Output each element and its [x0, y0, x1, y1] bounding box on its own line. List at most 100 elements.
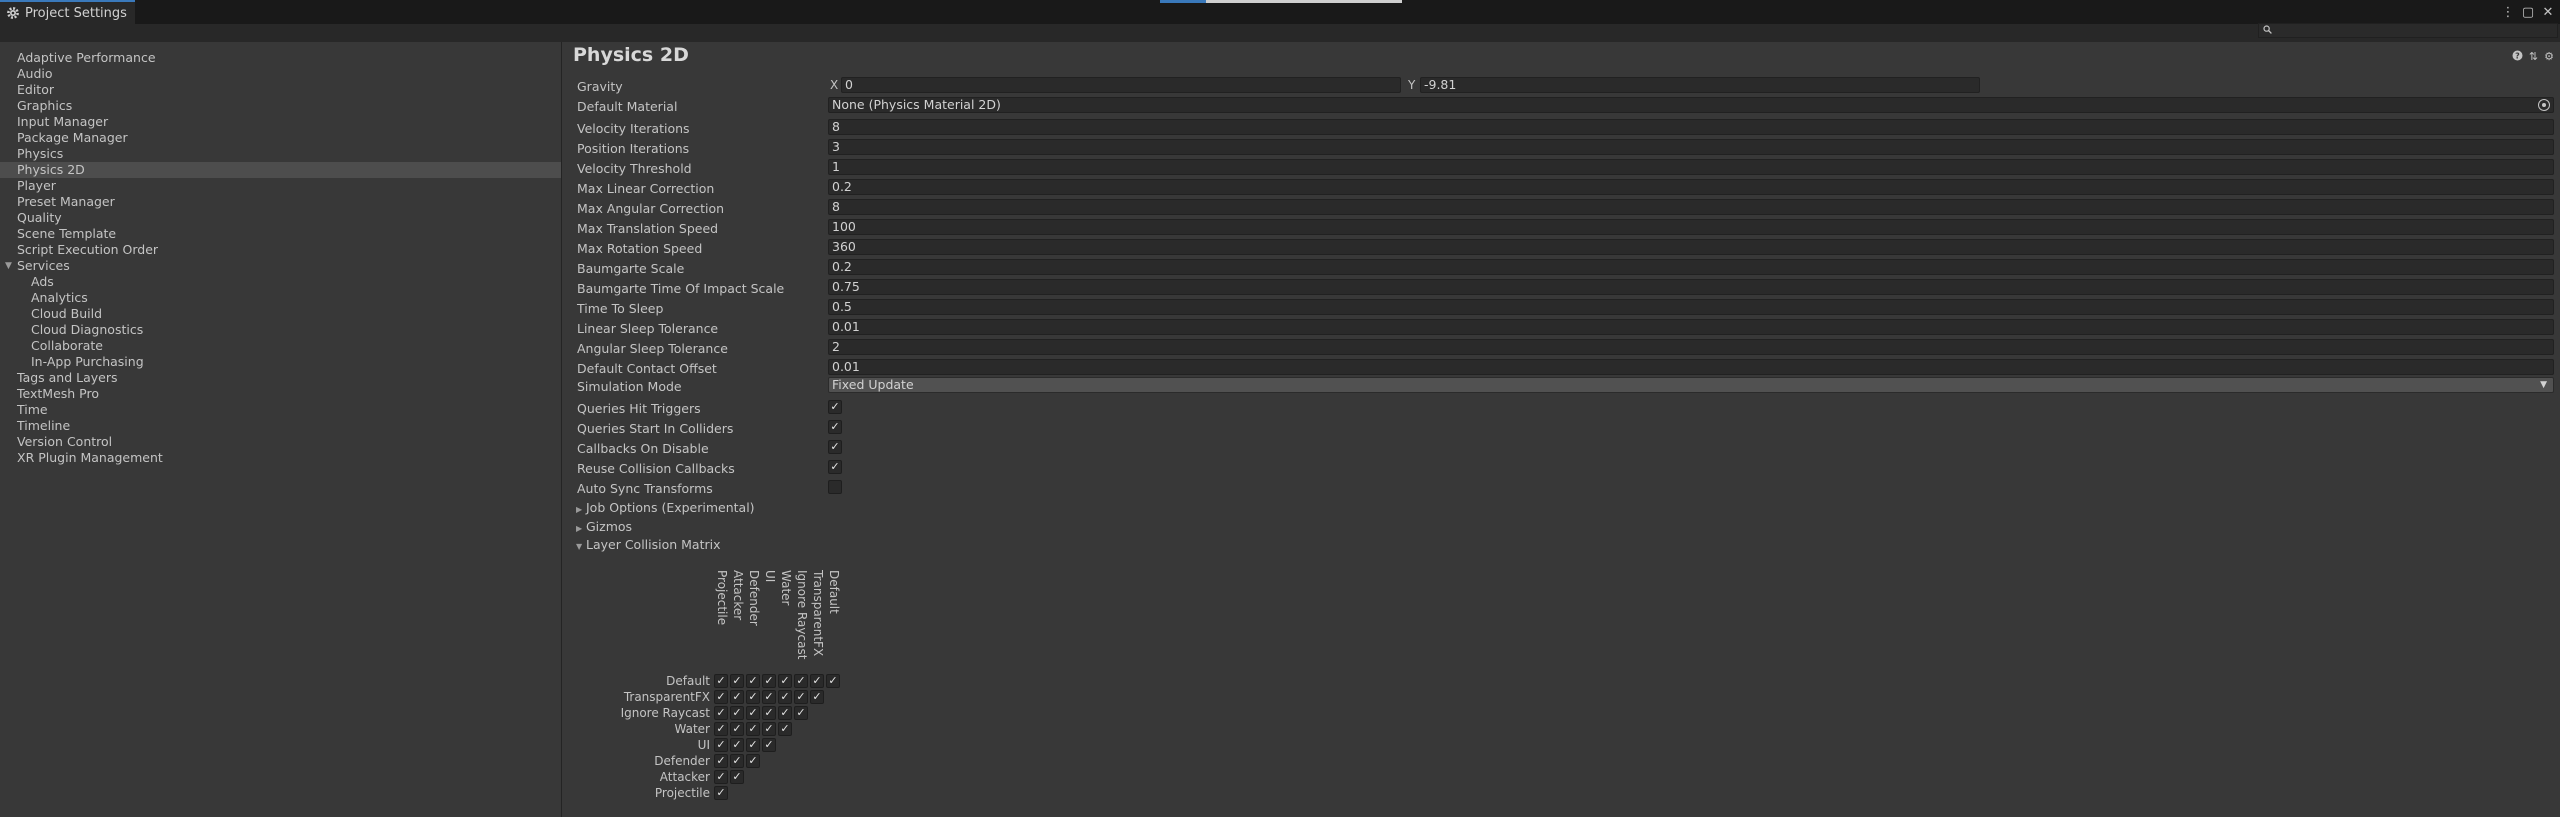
- simulation-mode-dropdown[interactable]: Fixed Update ▼: [828, 377, 2554, 393]
- sidebar-item-tags-and-layers[interactable]: Tags and Layers: [0, 370, 561, 386]
- matrix-checkbox[interactable]: ✓: [714, 786, 728, 800]
- matrix-checkbox[interactable]: ✓: [730, 738, 744, 752]
- gravity-y-field[interactable]: -9.81: [1420, 77, 1980, 93]
- queries-start-in-colliders-checkbox[interactable]: ✓: [828, 420, 842, 434]
- matrix-checkbox[interactable]: ✓: [746, 722, 760, 736]
- sidebar-item-services[interactable]: ▼ Services: [0, 258, 561, 274]
- auto-sync-transforms-checkbox[interactable]: [828, 480, 842, 494]
- matrix-checkbox[interactable]: ✓: [746, 754, 760, 768]
- more-vertical-icon[interactable]: ⋮: [2502, 5, 2515, 20]
- help-icon[interactable]: ?: [2512, 50, 2523, 64]
- sidebar-item-graphics[interactable]: Graphics: [0, 98, 561, 114]
- matrix-checkbox[interactable]: ✓: [730, 706, 744, 720]
- header-icons: ? ⇅ ⚙: [2512, 50, 2554, 64]
- foldout-job-options-experimental-[interactable]: ▶ Job Options (Experimental): [576, 500, 755, 515]
- matrix-checkbox[interactable]: ✓: [778, 674, 792, 688]
- sidebar-item-quality[interactable]: Quality: [0, 210, 561, 226]
- velocity-threshold-field[interactable]: 1: [828, 159, 2554, 175]
- matrix-checkbox[interactable]: ✓: [746, 674, 760, 688]
- max-angular-correction-field[interactable]: 8: [828, 199, 2554, 215]
- matrix-checkbox[interactable]: ✓: [714, 706, 728, 720]
- matrix-checkbox[interactable]: ✓: [762, 674, 776, 688]
- matrix-checkbox[interactable]: ✓: [778, 690, 792, 704]
- tab-title: Project Settings: [25, 5, 127, 21]
- matrix-checkbox[interactable]: ✓: [730, 674, 744, 688]
- sidebar-item-textmesh-pro[interactable]: TextMesh Pro: [0, 386, 561, 402]
- matrix-checkbox[interactable]: ✓: [826, 674, 840, 688]
- matrix-checkbox[interactable]: ✓: [794, 674, 808, 688]
- foldout-layer-collision-matrix[interactable]: ▼ Layer Collision Matrix: [576, 537, 721, 552]
- sidebar-item-script-execution-order[interactable]: Script Execution Order: [0, 242, 561, 258]
- baumgarte-time-of-impact-scale-field[interactable]: 0.75: [828, 279, 2554, 295]
- search-input[interactable]: [2258, 23, 2558, 38]
- sidebar-item-analytics[interactable]: Analytics: [0, 290, 561, 306]
- matrix-checkbox[interactable]: ✓: [762, 690, 776, 704]
- matrix-checkbox[interactable]: ✓: [746, 738, 760, 752]
- tab-project-settings[interactable]: Project Settings: [0, 0, 135, 24]
- max-linear-correction-field[interactable]: 0.2: [828, 179, 2554, 195]
- sidebar-item-package-manager[interactable]: Package Manager: [0, 130, 561, 146]
- matrix-checkbox[interactable]: ✓: [810, 674, 824, 688]
- object-picker-icon[interactable]: [2538, 99, 2550, 111]
- matrix-checkbox[interactable]: ✓: [794, 706, 808, 720]
- presets-icon[interactable]: ⇅: [2529, 50, 2538, 64]
- max-rotation-speed-field[interactable]: 360: [828, 239, 2554, 255]
- queries-hit-triggers-checkbox[interactable]: ✓: [828, 400, 842, 414]
- maximize-icon[interactable]: ▢: [2522, 5, 2534, 20]
- gravity-x-field[interactable]: 0: [841, 77, 1401, 93]
- matrix-checkbox[interactable]: ✓: [746, 690, 760, 704]
- sidebar-item-version-control[interactable]: Version Control: [0, 434, 561, 450]
- sidebar-item-scene-template[interactable]: Scene Template: [0, 226, 561, 242]
- sidebar-item-physics-2d[interactable]: Physics 2D: [0, 162, 561, 178]
- sidebar-item-xr-plugin-management[interactable]: XR Plugin Management: [0, 450, 561, 466]
- matrix-checkbox[interactable]: ✓: [778, 722, 792, 736]
- matrix-checkbox[interactable]: ✓: [714, 674, 728, 688]
- sidebar-item-ads[interactable]: Ads: [0, 274, 561, 290]
- sidebar-item-adaptive-performance[interactable]: Adaptive Performance: [0, 50, 561, 66]
- sidebar-item-cloud-build[interactable]: Cloud Build: [0, 306, 561, 322]
- sidebar-item-cloud-diagnostics[interactable]: Cloud Diagnostics: [0, 322, 561, 338]
- settings-icon[interactable]: ⚙: [2544, 50, 2554, 64]
- matrix-checkbox[interactable]: ✓: [746, 706, 760, 720]
- time-to-sleep-field[interactable]: 0.5: [828, 299, 2554, 315]
- matrix-checkbox[interactable]: ✓: [794, 690, 808, 704]
- sidebar-item-physics[interactable]: Physics: [0, 146, 561, 162]
- matrix-checkbox[interactable]: ✓: [762, 706, 776, 720]
- reuse-collision-callbacks-checkbox[interactable]: ✓: [828, 460, 842, 474]
- matrix-checkbox[interactable]: ✓: [730, 722, 744, 736]
- sidebar-item-time[interactable]: Time: [0, 402, 561, 418]
- close-icon[interactable]: ✕: [2542, 5, 2554, 20]
- sidebar-item-editor[interactable]: Editor: [0, 82, 561, 98]
- angular-sleep-tolerance-field[interactable]: 2: [828, 339, 2554, 355]
- linear-sleep-tolerance-field[interactable]: 0.01: [828, 319, 2554, 335]
- matrix-checkbox[interactable]: ✓: [810, 690, 824, 704]
- default-material-field[interactable]: None (Physics Material 2D): [828, 97, 2554, 113]
- expand-triangle-icon[interactable]: ▼: [5, 258, 12, 274]
- default-contact-offset-field[interactable]: 0.01: [828, 359, 2554, 375]
- position-iterations-field[interactable]: 3: [828, 139, 2554, 155]
- sidebar-item-audio[interactable]: Audio: [0, 66, 561, 82]
- sidebar-item-input-manager[interactable]: Input Manager: [0, 114, 561, 130]
- matrix-column-label: TransparentFX: [811, 570, 825, 657]
- callbacks-on-disable-checkbox[interactable]: ✓: [828, 440, 842, 454]
- sidebar-item-in-app-purchasing[interactable]: In-App Purchasing: [0, 354, 561, 370]
- matrix-checkbox[interactable]: ✓: [762, 738, 776, 752]
- foldout-gizmos[interactable]: ▶ Gizmos: [576, 519, 632, 534]
- sidebar-item-player[interactable]: Player: [0, 178, 561, 194]
- matrix-checkbox[interactable]: ✓: [730, 690, 744, 704]
- matrix-checkbox[interactable]: ✓: [730, 754, 744, 768]
- matrix-checkbox[interactable]: ✓: [778, 706, 792, 720]
- sidebar-item-preset-manager[interactable]: Preset Manager: [0, 194, 561, 210]
- baumgarte-scale-field[interactable]: 0.2: [828, 259, 2554, 275]
- matrix-checkbox[interactable]: ✓: [714, 754, 728, 768]
- max-translation-speed-field[interactable]: 100: [828, 219, 2554, 235]
- velocity-iterations-field[interactable]: 8: [828, 119, 2554, 135]
- matrix-checkbox[interactable]: ✓: [714, 738, 728, 752]
- sidebar-item-collaborate[interactable]: Collaborate: [0, 338, 561, 354]
- matrix-checkbox[interactable]: ✓: [762, 722, 776, 736]
- matrix-checkbox[interactable]: ✓: [714, 770, 728, 784]
- matrix-checkbox[interactable]: ✓: [714, 722, 728, 736]
- sidebar-item-timeline[interactable]: Timeline: [0, 418, 561, 434]
- matrix-checkbox[interactable]: ✓: [714, 690, 728, 704]
- matrix-checkbox[interactable]: ✓: [730, 770, 744, 784]
